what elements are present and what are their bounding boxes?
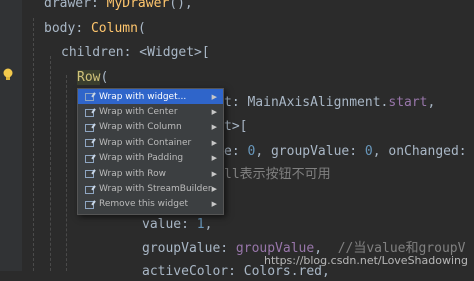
menu-item-wrap-with-center[interactable]: Wrap with Center ▶: [78, 104, 223, 119]
submenu-arrow-icon: ▶: [211, 154, 217, 163]
code-comment: ll表示按钮不可用: [224, 167, 331, 182]
lightbulb-icon[interactable]: [2, 68, 14, 82]
wrap-icon: [85, 169, 94, 179]
submenu-arrow-icon: ▶: [211, 92, 217, 101]
watermark: https://blog.csdn.net/LoveShadowing: [263, 254, 468, 267]
wrap-icon: [85, 154, 94, 163]
indent-guide: [66, 75, 67, 271]
indent-guide: [50, 56, 51, 271]
submenu-arrow-icon: ▶: [211, 200, 217, 209]
code-line: body: Column(: [44, 21, 146, 36]
menu-item-wrap-with-widget[interactable]: Wrap with widget... ▶: [78, 89, 223, 105]
submenu-arrow-icon: ▶: [211, 185, 217, 194]
submenu-arrow-icon: ▶: [211, 169, 217, 178]
code-line: children: <Widget>[: [61, 45, 210, 60]
code-line: t>[: [224, 119, 248, 134]
menu-item-wrap-with-container[interactable]: Wrap with Container ▶: [78, 135, 223, 150]
wrap-icon: [85, 200, 94, 209]
menu-item-wrap-with-streambuilder[interactable]: Wrap with StreamBuilder ▶: [78, 181, 223, 196]
menu-item-wrap-with-column[interactable]: Wrap with Column ▶: [78, 120, 223, 135]
code-line: Row(: [77, 70, 109, 85]
wrap-icon: [85, 123, 94, 132]
submenu-arrow-icon: ▶: [211, 123, 217, 132]
code-line: e: 0, groupValue: 0, onChanged:: [224, 144, 467, 159]
code-line: t: MainAxisAlignment.start,: [224, 95, 436, 110]
menu-item-remove-widget[interactable]: Remove this widget ▶: [78, 197, 223, 212]
menu-item-wrap-with-row[interactable]: Wrap with Row ▶: [78, 166, 223, 181]
submenu-arrow-icon: ▶: [211, 138, 217, 147]
code-line: value: 1,: [142, 217, 213, 232]
editor-gutter: [0, 0, 22, 271]
menu-item-wrap-with-padding[interactable]: Wrap with Padding ▶: [78, 151, 223, 166]
indent-guide: [33, 18, 34, 271]
wrap-icon: [85, 138, 94, 148]
wrap-icon: [85, 108, 94, 117]
submenu-arrow-icon: ▶: [211, 108, 217, 117]
intention-actions-menu: Wrap with widget... ▶ Wrap with Center ▶ W…: [77, 88, 224, 215]
wrap-icon: [85, 185, 94, 194]
wrap-icon: [85, 92, 94, 102]
code-editor[interactable]: drawer: MyDrawer(), body: Column( childr…: [0, 0, 474, 279]
code-line: drawer: MyDrawer(),: [44, 0, 193, 11]
